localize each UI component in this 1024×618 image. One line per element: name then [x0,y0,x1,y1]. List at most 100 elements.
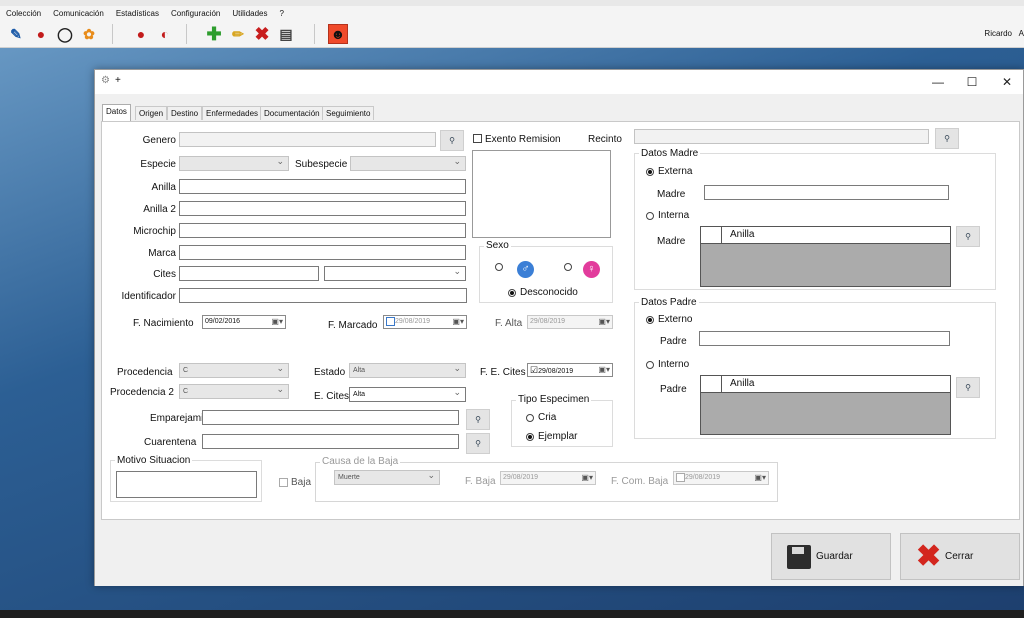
madre-externa-radio[interactable] [646,168,654,176]
madre-grid-header: Anilla [701,227,950,244]
cuarentena-input[interactable] [202,434,459,449]
cites-label: Cites [153,269,176,280]
marca-input[interactable] [179,245,466,260]
tab-datos[interactable]: Datos [102,104,131,121]
procedencia-select[interactable]: C [179,362,289,378]
madre-externa-input[interactable] [704,185,949,200]
microchip-input[interactable] [179,223,466,238]
f-marcado-datepicker[interactable]: 29/08/2019 ▣▾ [383,315,467,329]
estado-select[interactable]: Alta [349,362,466,378]
anilla2-input[interactable] [179,201,466,216]
f-baja-datepicker: 29/08/2019 ▣▾ [500,471,596,485]
anilla-input[interactable] [179,179,466,194]
cerrar-button[interactable]: ✖ Cerrar [900,533,1020,580]
genero-label: Genero [142,135,176,146]
edit-icon[interactable]: ✏ [228,24,248,44]
f-alta-value: 29/08/2019 [530,318,566,325]
tipo-cria-radio[interactable] [526,414,534,422]
madre-interna-radio[interactable] [646,212,654,220]
close-button[interactable]: ✕ [992,73,1022,91]
menu-bar: Colección Comunicación Estadísticas Conf… [0,7,290,21]
sexo-male-radio[interactable] [495,263,503,271]
anilla2-label: Anilla 2 [143,204,176,215]
egg-down-icon[interactable]: ◐ [155,24,175,44]
toolbar-separator [186,24,187,44]
print-icon[interactable]: ▤ [276,24,296,44]
baja-label: Baja [291,477,312,488]
male-icon: ♂ [517,261,534,278]
identificador-input[interactable] [179,288,467,303]
tipo-ejemplar-radio[interactable] [526,433,534,441]
f-alta-datepicker: 29/08/2019 ▣▾ [527,315,613,329]
tab-enfermedades[interactable]: Enfermedades [202,106,263,120]
toolbar: ✎ ● ◯ ✿ ● ◐ ✚ ✏ ✖ ▤ ☻ [0,22,1024,46]
tab-origen[interactable]: Origen [135,106,168,120]
emparejamiento-search-button[interactable]: ⚲ [466,409,490,430]
minimize-button[interactable]: — [923,73,953,91]
sexo-desconocido-radio[interactable] [508,289,516,297]
feather-icon[interactable]: ✎ [6,24,26,44]
menu-comunicacion[interactable]: Comunicación [47,7,110,21]
taskbar [0,610,1024,618]
f-nacimiento-datepicker[interactable]: 09/02/2016 ▣▾ [202,315,286,329]
guardar-button[interactable]: Guardar [771,533,891,580]
cites-input[interactable] [179,266,319,281]
exento-remision-checkbox[interactable] [473,134,482,143]
subespecie-select[interactable] [350,155,466,171]
female-icon: ♀ [583,261,600,278]
menu-utilidades[interactable]: Utilidades [226,7,273,21]
maximize-button[interactable]: ☐ [957,73,987,91]
procedencia2-select[interactable]: C [179,383,289,399]
add-icon[interactable]: ✚ [204,24,224,44]
procedencia-value: C [183,367,189,374]
baja-checkbox[interactable] [279,478,288,487]
causa-baja-group: Causa de la Baja Muerte F. Baja 29/08/20… [315,456,778,502]
emparejamiento-input[interactable] [202,410,459,425]
padre-externo-input[interactable] [699,331,950,346]
recinto-search-button[interactable]: ⚲ [935,128,959,149]
tab-documentacion[interactable]: Documentación [260,106,324,120]
genero-search-button[interactable]: ⚲ [440,130,464,151]
cites-select[interactable] [324,265,466,281]
datos-padre-title: Datos Padre [639,297,699,308]
madre-grid-col-anilla: Anilla [730,229,755,240]
especie-select[interactable] [179,155,289,171]
identificador-label: Identificador [121,291,176,302]
padre-externo-label: Externo [658,314,693,325]
padre-externo-radio[interactable] [646,316,654,324]
f-baja-value: 29/08/2019 [503,474,539,481]
tab-destino[interactable]: Destino [167,106,203,120]
egg-icon[interactable]: ◯ [55,24,75,44]
madre-grid[interactable]: Anilla [700,226,951,287]
bird-down-icon[interactable]: ● [131,24,151,44]
e-cites-select[interactable]: Alta [349,386,466,402]
guardar-label: Guardar [816,551,853,562]
motivo-situacion-input[interactable] [116,471,257,498]
calendar-icon: ▣▾ [598,317,610,326]
motivo-situacion-title: Motivo Situacion [115,455,193,466]
f-e-cites-checkbox[interactable]: ☑ [530,365,538,375]
menu-help[interactable]: ? [274,7,290,21]
padre-grid[interactable]: Anilla [700,375,951,435]
menu-configuracion[interactable]: Configuración [165,7,226,21]
padre-grid-label: Padre [660,384,687,395]
f-alta-label: F. Alta [495,318,523,329]
tab-seguimiento[interactable]: Seguimiento [322,106,375,120]
delete-icon[interactable]: ✖ [252,24,272,44]
menu-coleccion[interactable]: Colección [0,7,47,21]
calendar-icon: ▣▾ [598,365,610,374]
app-icon: ⚙ [101,75,110,86]
causa-baja-title: Causa de la Baja [320,456,401,467]
bird-red-icon[interactable]: ● [31,24,51,44]
f-marcado-checkbox[interactable] [386,316,395,326]
padre-search-button[interactable]: ⚲ [956,377,980,398]
f-e-cites-datepicker[interactable]: ☑29/08/2019 ▣▾ [527,363,613,377]
specimen-dialog: ⚙ + — ☐ ✕ Datos Origen Destino Enfermeda… [94,69,1024,586]
menu-estadisticas[interactable]: Estadísticas [110,7,165,21]
bird-face-icon[interactable]: ☻ [328,24,348,44]
cuarentena-search-button[interactable]: ⚲ [466,433,490,454]
sexo-female-radio[interactable] [564,263,572,271]
madre-search-button[interactable]: ⚲ [956,226,980,247]
eggs-orange-icon[interactable]: ✿ [79,24,99,44]
padre-interno-radio[interactable] [646,361,654,369]
